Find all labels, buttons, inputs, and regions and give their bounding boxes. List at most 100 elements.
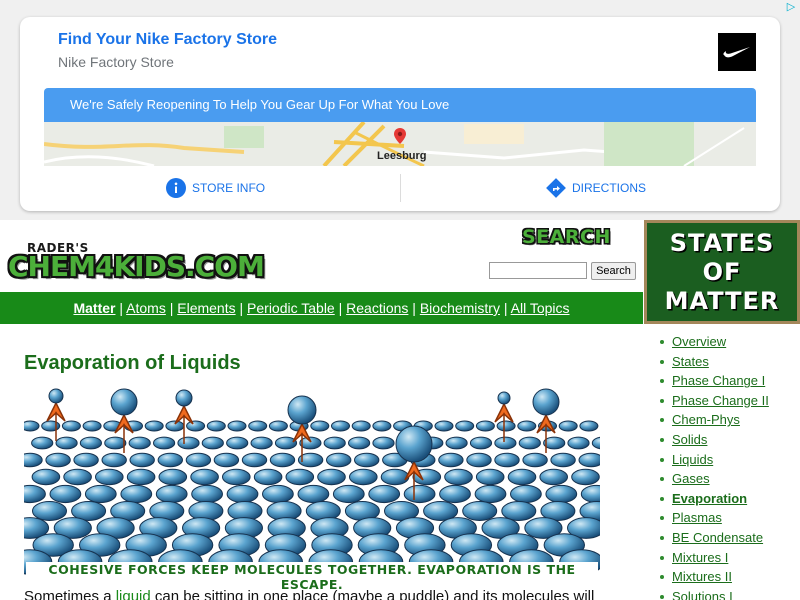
site-logo[interactable]: CHEM4KIDS.COM	[8, 250, 265, 283]
nav-separator: |	[119, 300, 124, 316]
liquid-molecule	[269, 452, 296, 468]
adchoices-icon[interactable]: ▷	[784, 0, 798, 14]
sidebar-link-overview[interactable]: Overview	[672, 334, 726, 349]
sidebar-link-phase-change-2[interactable]: Phase Change II	[672, 393, 769, 408]
nav-periodic-table[interactable]: Periodic Table	[247, 300, 335, 316]
liquid-molecule	[571, 468, 600, 486]
liquid-molecule	[165, 420, 185, 432]
liquid-molecule	[354, 452, 380, 468]
liquid-molecule	[55, 436, 78, 450]
liquid-molecule	[226, 484, 259, 504]
nav-matter[interactable]: Matter	[73, 300, 115, 316]
liquid-molecule	[241, 452, 268, 468]
liquid-molecule	[84, 484, 117, 504]
liquid-molecule	[510, 484, 542, 504]
liquid-molecule	[206, 420, 226, 432]
liquid-molecule	[297, 484, 330, 504]
sidebar-item-gases: Gases	[660, 471, 800, 491]
liquid-molecule	[190, 468, 219, 486]
liquid-molecule	[462, 501, 498, 521]
sidebar-link-gases[interactable]: Gases	[672, 471, 710, 486]
liquid-molecule	[45, 452, 71, 468]
liquid-molecule	[323, 436, 346, 450]
sidebar-link-mixtures-1[interactable]: Mixtures I	[672, 550, 728, 565]
liquid-molecule	[518, 436, 541, 450]
liquid-molecule	[120, 484, 153, 504]
states-of-matter-badge[interactable]: STATES OF MATTER	[644, 220, 800, 324]
liquid-molecule	[177, 436, 200, 450]
liquid-molecule	[268, 420, 288, 432]
nav-reactions[interactable]: Reactions	[346, 300, 408, 316]
liquid-molecule	[222, 468, 251, 486]
liquid-molecule	[474, 484, 507, 504]
map-label: Leesburg	[377, 150, 427, 162]
escaping-molecule	[497, 391, 511, 405]
store-info-label: STORE INFO	[192, 181, 266, 195]
map-pin-icon	[394, 128, 406, 144]
liquid-molecule	[455, 420, 475, 432]
liquid-molecule	[501, 501, 537, 521]
sidebar-item-overview: Overview	[660, 334, 800, 354]
liquid-molecule	[61, 420, 81, 432]
liquid-molecule	[24, 452, 43, 468]
sidebar-link-plasmas[interactable]: Plasmas	[672, 510, 722, 525]
liquid-molecule	[24, 420, 40, 432]
sidebar-item-liquids: Liquids	[660, 452, 800, 472]
ad-title[interactable]: Find Your Nike Factory Store	[58, 31, 277, 49]
nav-biochemistry[interactable]: Biochemistry	[420, 300, 500, 316]
liquid-molecule	[578, 452, 600, 468]
sidebar-link-evaporation[interactable]: Evaporation	[672, 491, 747, 506]
liquid-molecule	[579, 420, 599, 432]
nav-separator: |	[169, 300, 174, 316]
liquid-molecule	[317, 468, 346, 486]
liquid-molecule	[567, 436, 590, 450]
liquid-molecule	[227, 420, 247, 432]
sidebar-link-phase-change-1[interactable]: Phase Change I	[672, 373, 765, 388]
sidebar-link-states[interactable]: States	[672, 354, 709, 369]
liquid-molecule	[63, 468, 92, 486]
sidebar-link-chem-phys[interactable]: Chem-Phys	[672, 412, 740, 427]
liquid-molecule	[494, 436, 517, 450]
nav-separator: |	[412, 300, 416, 316]
ad-banner[interactable]: We're Safely Reopening To Help You Gear …	[44, 88, 756, 122]
info-icon	[166, 178, 186, 198]
sidebar-link-mixtures-2[interactable]: Mixtures II	[672, 569, 732, 584]
search-input[interactable]	[489, 262, 587, 279]
directions-button[interactable]: DIRECTIONS	[546, 178, 646, 198]
ad-card[interactable]: Find Your Nike Factory Store Nike Factor…	[20, 17, 780, 211]
liquid-molecule	[372, 436, 395, 450]
sidebar-link-solids[interactable]: Solids	[672, 432, 707, 447]
liquid-molecule	[186, 420, 206, 432]
intro-paragraph: Sometimes a liquid can be sitting in one…	[24, 588, 614, 600]
liquid-molecule	[158, 468, 188, 486]
sidebar-link-liquids[interactable]: Liquids	[672, 452, 713, 467]
liquid-molecule	[368, 484, 401, 504]
states-of-matter-text: STATES OF MATTER	[664, 229, 780, 315]
escaping-molecule	[175, 389, 193, 407]
directions-label: DIRECTIONS	[572, 181, 647, 195]
site-header: RADER'S CHEM4KIDS.COM SEARCH Search	[0, 220, 643, 292]
advertisement[interactable]: ▷ Find Your Nike Factory Store Nike Fact…	[0, 0, 800, 220]
escaping-molecule	[532, 388, 560, 416]
nav-all-topics[interactable]: All Topics	[511, 300, 570, 316]
liquid-molecule	[326, 452, 352, 468]
sidebar-item-plasmas: Plasmas	[660, 510, 800, 530]
nav-atoms[interactable]: Atoms	[126, 300, 166, 316]
liquid-molecule	[226, 436, 249, 450]
sidebar-link-solutions-1[interactable]: Solutions I	[672, 589, 733, 600]
liquid-molecule	[469, 436, 493, 450]
liquid-molecule	[466, 452, 492, 468]
search-button[interactable]: Search	[591, 262, 636, 280]
liquid-molecule	[285, 468, 315, 486]
sidebar-item-solutions-1: Solutions I	[660, 589, 800, 600]
liquid-link[interactable]: liquid	[116, 588, 151, 600]
liquid-molecule	[157, 452, 184, 468]
store-info-button[interactable]: STORE INFO	[166, 178, 265, 198]
topic-navbar: Matter | Atoms | Elements | Periodic Tab…	[0, 292, 643, 324]
sidebar-link-be-condensate[interactable]: BE Condensate	[672, 530, 763, 545]
nav-elements[interactable]: Elements	[177, 300, 235, 316]
ad-map[interactable]: Leesburg	[44, 122, 756, 166]
liquid-molecule	[348, 436, 371, 450]
liquid-molecule	[539, 468, 569, 486]
ad-subtitle: Nike Factory Store	[58, 54, 174, 70]
